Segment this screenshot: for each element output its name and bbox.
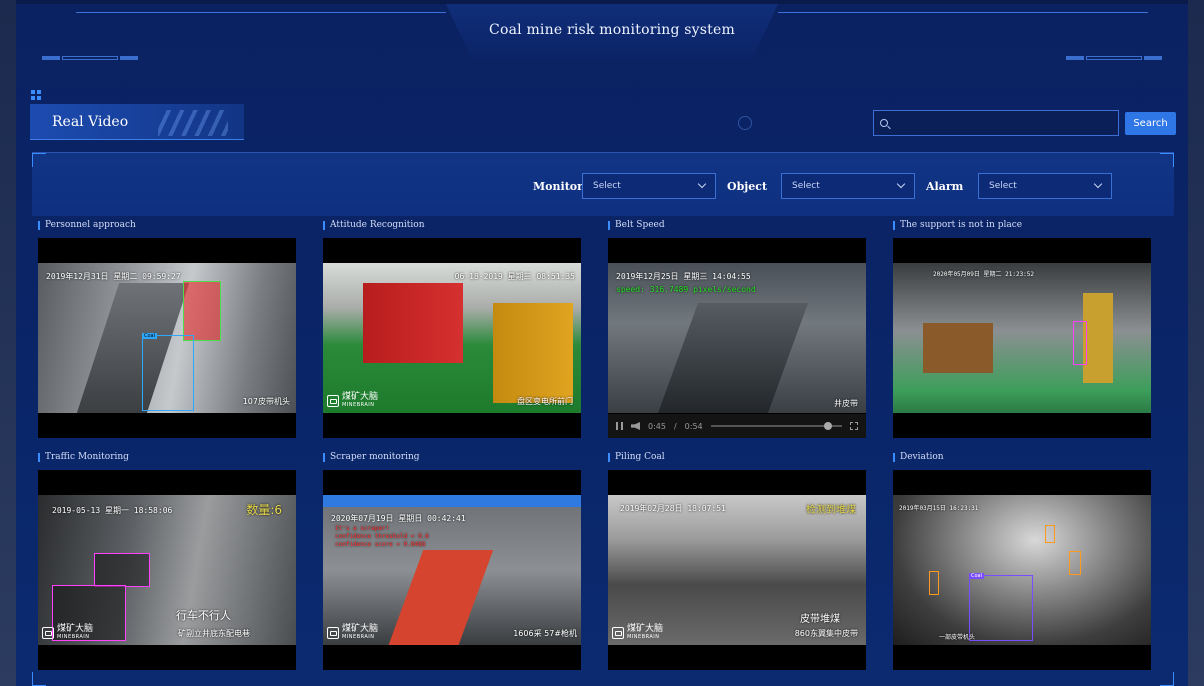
detection-line: confidence score = 0.8488 [335,541,426,548]
search-button[interactable]: Search [1125,112,1176,135]
detection-box [1069,551,1081,575]
speed-overlay: speed: 316.7489 pixels/second [616,285,756,294]
current-time: 0:45 [648,421,666,431]
video-caption: Deviation [893,452,944,462]
left-edge [0,0,16,686]
warning-text: 行车不行人 [176,609,231,622]
tab-real-video[interactable]: Real Video [30,104,244,140]
header-deco-left [42,56,138,60]
video-caption: Attitude Recognition [323,220,425,230]
tab-stripes [158,110,228,136]
alert-text: 检测到堆煤 [806,505,856,516]
header: Coal mine risk monitoring system [16,4,1188,64]
search-icon [880,119,888,127]
detection-box [1045,525,1055,543]
video-player[interactable]: 06-18-2019 星期三 08:51:35 盘区变电所前门 煤矿大脑 MINE… [323,238,581,438]
minebrain-logo: 煤矿大脑 MINEBRAIN [327,393,378,409]
minebrain-logo: 煤矿大脑 MINEBRAIN [42,625,93,641]
page-title: Coal mine risk monitoring system [489,22,735,38]
tab-real-video-label: Real Video [52,114,129,130]
corner-br [1160,672,1174,686]
video-location: 井皮带 [834,399,858,408]
search-box[interactable] [873,110,1119,136]
video-timestamp: 2019年12月31日 星期二 09:59:27 [46,272,181,281]
seek-bar[interactable] [710,422,842,430]
video-caption: Scraper monitoring [323,452,420,462]
alarm-label: Alarm [926,180,964,193]
alarm-select[interactable]: Select [978,173,1112,199]
filter-bar: Monitor Select Object Select Alarm Selec… [32,152,1174,216]
detection-box [142,335,194,411]
video-caption: The support is not in place [893,220,1022,230]
video-location: 一部皮带机头 [939,634,976,641]
chevron-down-icon [697,179,707,189]
detection-line: confidence threshold = 0.6 [335,533,429,540]
video-player[interactable]: 2020年07月19日 星期日 00:42:41 It's a scraper!… [323,470,581,670]
object-select-value: Select [792,181,820,191]
volume-icon[interactable] [631,422,640,430]
right-edge [1188,0,1204,686]
video-player[interactable]: 2019-05-13 星期一 18:58:06 数量:6 行车不行人 矿副立井底… [38,470,296,670]
video-controls: 0:45 / 0:54 [608,414,866,438]
corner-bl [32,672,46,686]
video-location: 1606采 57#枪机 [513,629,577,638]
video-location: 107皮带机头 [242,397,290,406]
video-timestamp: 2020年05月09日 星期二 21:23:52 [933,271,1035,278]
video-player[interactable]: Coal 2019年03月15日 16:23:31 一部皮带机头 [893,470,1151,670]
warning-text: 皮带堆煤 [800,614,840,625]
video-player[interactable]: 2020年05月09日 星期二 21:23:52 [893,238,1151,438]
detection-box [183,281,221,341]
minebrain-logo: 煤矿大脑 MINEBRAIN [327,625,378,641]
video-caption: Personnel approach [38,220,136,230]
video-timestamp: 2020年07月19日 星期日 00:42:41 [331,514,466,523]
chevron-down-icon [1093,179,1103,189]
pause-icon[interactable] [616,422,623,430]
video-timestamp: 2019-05-13 星期一 18:58:06 [52,506,173,515]
search-input[interactable] [894,117,1094,129]
detection-line: It's a scraper! [335,525,390,532]
header-line-right [778,12,1148,13]
video-player[interactable]: 2019年12月25日 星期三 14:04:55 speed: 316.7489… [608,238,866,438]
video-timestamp: 2019年12月25日 星期三 14:04:55 [616,272,751,281]
video-player[interactable]: 2019年02月28日 18:07:51 检测到堆煤 皮带堆煤 860东翼集中皮… [608,470,866,670]
corner-tr [1160,153,1174,167]
center-ring [738,116,752,130]
header-line-left [76,12,446,13]
fullscreen-icon[interactable] [850,422,858,430]
time-separator: / [673,421,677,431]
alarm-select-value: Select [989,181,1017,191]
detection-box [94,553,150,587]
header-deco-right [1066,56,1162,60]
corner-tl [32,153,46,167]
video-caption: Belt Speed [608,220,665,230]
object-select[interactable]: Select [781,173,915,199]
video-caption: Traffic Monitoring [38,452,129,462]
detection-box [969,575,1033,641]
monitor-label: Monitor [533,180,583,193]
video-location: 矿副立井底东配电巷 [178,629,250,638]
video-timestamp: 2019年02月28日 18:07:51 [620,504,726,513]
video-location: 860东翼集中皮带 [794,629,858,638]
minebrain-logo: 煤矿大脑 MINEBRAIN [612,625,663,641]
video-location: 盘区变电所前门 [517,397,573,406]
vehicle-count: 数量:6 [246,503,282,517]
video-player[interactable]: Coal 2019年12月31日 星期二 09:59:27 107皮带机头 [38,238,296,438]
monitor-select[interactable]: Select [582,173,716,199]
detection-box [929,571,939,595]
app-frame: Coal mine risk monitoring system Real Vi… [16,4,1188,686]
video-timestamp: 06-18-2019 星期三 08:51:35 [454,272,575,281]
seek-knob[interactable] [824,422,832,430]
chevron-down-icon [896,179,906,189]
object-label: Object [727,180,768,193]
video-timestamp: 2019年03月15日 16:23:31 [899,505,979,512]
duration: 0:54 [684,421,703,431]
monitor-select-value: Select [593,181,621,191]
grid-icon [31,90,41,100]
detection-box [1073,321,1087,365]
video-caption: Piling Coal [608,452,665,462]
